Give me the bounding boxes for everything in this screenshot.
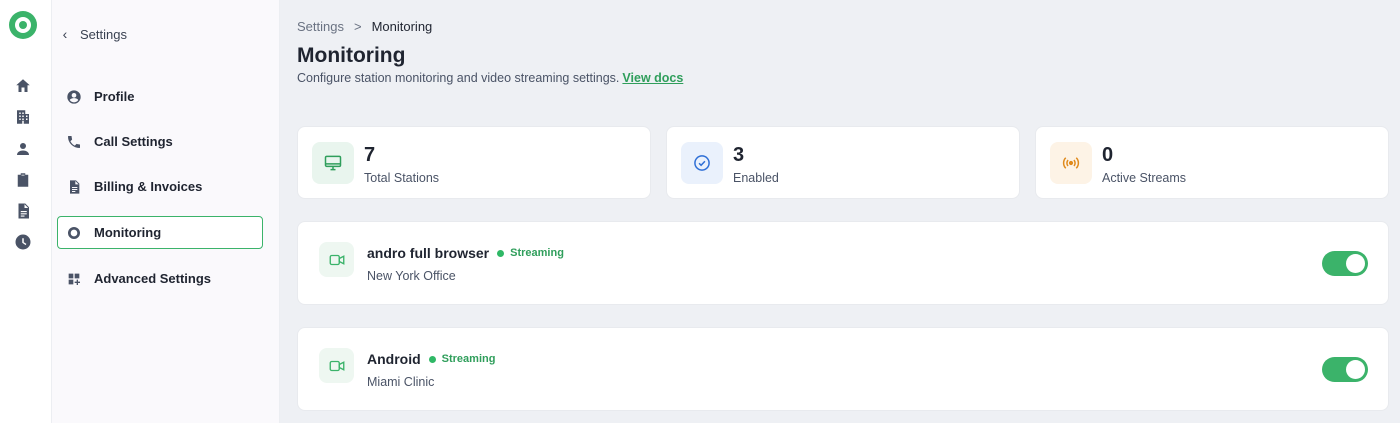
station-enabled-toggle[interactable] <box>1322 357 1368 382</box>
home-icon[interactable] <box>13 76 33 96</box>
station-location: New York Office <box>367 269 456 283</box>
document-icon[interactable] <box>13 201 33 221</box>
breadcrumb: Settings > Monitoring <box>297 19 432 34</box>
station-name-row: Android Streaming <box>367 351 495 367</box>
broadcast-icon <box>1050 142 1092 184</box>
status-label: Streaming <box>441 353 496 365</box>
station-card: Android Streaming Miami Clinic <box>297 327 1389 411</box>
icon-rail <box>0 0 52 423</box>
app-logo[interactable] <box>9 11 37 39</box>
user-circle-icon <box>67 89 81 104</box>
clock-icon[interactable] <box>13 232 33 252</box>
status-dot <box>497 249 505 257</box>
sidebar-item-label: Advanced Settings <box>94 271 212 286</box>
description-text: Configure station monitoring and video s… <box>297 71 620 85</box>
stat-card-active-streams: 0 Active Streams <box>1035 126 1389 199</box>
phone-icon <box>68 135 80 148</box>
monitoring-icon <box>67 226 80 239</box>
status-badge: Streaming <box>497 247 564 259</box>
apps-icon <box>68 273 80 285</box>
station-card: andro full browser Streaming New York Of… <box>297 221 1389 305</box>
page-title: Monitoring <box>297 44 406 67</box>
view-docs-link[interactable]: View docs <box>622 71 683 85</box>
user-icon[interactable] <box>13 139 33 159</box>
video-camera-icon <box>319 242 354 277</box>
station-location: Miami Clinic <box>367 375 435 389</box>
building-icon[interactable] <box>13 107 33 127</box>
breadcrumb-current: Monitoring <box>371 19 433 34</box>
monitor-icon <box>312 142 354 184</box>
status-badge: Streaming <box>428 353 496 365</box>
settings-sidebar: ‹ Settings Profile Call Settings Billing… <box>52 0 280 423</box>
station-name: Android <box>367 351 421 367</box>
sidebar-item-billing[interactable]: Billing & Invoices <box>57 170 263 203</box>
station-name: andro full browser <box>367 245 490 261</box>
stat-label: Total Stations <box>364 171 440 185</box>
station-enabled-toggle[interactable] <box>1322 251 1368 276</box>
chevron-left-icon: ‹ <box>62 26 68 42</box>
sidebar-item-label: Monitoring <box>94 225 162 240</box>
sidebar-item-advanced-settings[interactable]: Advanced Settings <box>57 262 263 295</box>
status-label: Streaming <box>510 247 564 259</box>
breadcrumb-parent[interactable]: Settings <box>297 19 344 34</box>
stat-card-total-stations: 7 Total Stations <box>297 126 651 199</box>
back-to-settings[interactable]: ‹ Settings <box>60 24 127 44</box>
stat-label: Active Streams <box>1102 171 1187 185</box>
sidebar-item-label: Billing & Invoices <box>94 179 203 194</box>
stat-value: 0 <box>1102 144 1114 166</box>
page-description: Configure station monitoring and video s… <box>297 71 683 85</box>
status-dot <box>428 355 436 363</box>
sidebar-item-monitoring[interactable]: Monitoring <box>57 216 263 249</box>
stat-card-enabled: 3 Enabled <box>666 126 1020 199</box>
sidebar-item-label: Profile <box>94 89 135 104</box>
stat-label: Enabled <box>733 171 779 185</box>
sidebar-item-call-settings[interactable]: Call Settings <box>57 125 263 158</box>
check-circle-icon <box>681 142 723 184</box>
breadcrumb-separator: > <box>353 19 362 34</box>
invoice-icon <box>70 179 80 194</box>
station-name-row: andro full browser Streaming <box>367 245 564 261</box>
sidebar-item-profile[interactable]: Profile <box>57 80 263 113</box>
sidebar-item-label: Call Settings <box>94 134 173 149</box>
back-label: Settings <box>80 26 127 42</box>
stat-value: 7 <box>364 144 376 166</box>
stat-value: 3 <box>733 144 745 166</box>
video-camera-icon <box>319 348 354 383</box>
clipboard-check-icon[interactable] <box>13 170 33 190</box>
